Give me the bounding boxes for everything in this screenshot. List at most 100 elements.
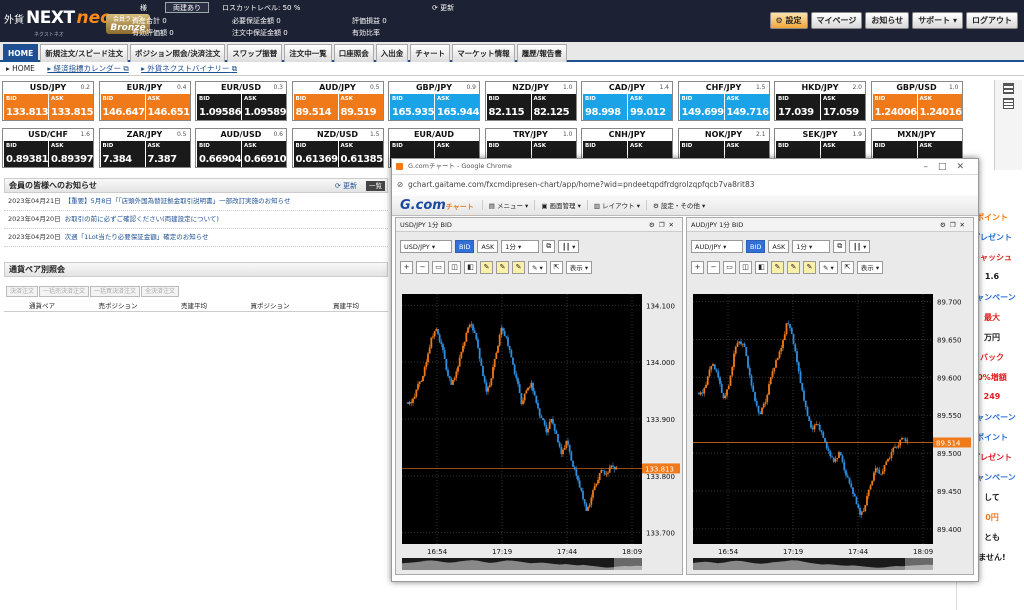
draw-tool-3-icon[interactable]: ✎ bbox=[512, 260, 525, 274]
grid-view-icon[interactable] bbox=[1003, 83, 1014, 94]
window-controls[interactable]: –□✕ bbox=[923, 160, 974, 175]
rate-tile[interactable]: AUD/JPY 0.5 BID 89.514 ASK 89.519 bbox=[291, 81, 384, 121]
ask-button[interactable]: ASK 0.66910 bbox=[242, 141, 287, 167]
bid-button[interactable]: BID 0.89381 bbox=[4, 141, 49, 167]
breadcrumb-home[interactable]: ▸ HOME bbox=[6, 64, 35, 73]
bid-button[interactable]: BID 146.647 bbox=[100, 94, 145, 120]
bid-button[interactable]: BID 0.66904 bbox=[197, 141, 242, 167]
nav-tab[interactable]: 履歴/報告書 bbox=[516, 44, 567, 62]
rate-tile[interactable]: GBP/JPY 0.9 BID 165.935 ASK 165.944 bbox=[388, 81, 480, 121]
notice-link[interactable]: 次週「1Lot当たり必要保証金額」確定のお知らせ bbox=[65, 233, 209, 241]
display-select[interactable]: 表示 ▾ bbox=[565, 260, 593, 274]
fit-icon[interactable]: ▭ bbox=[432, 260, 445, 274]
ask-button[interactable]: ASK 1.24016 bbox=[917, 94, 962, 120]
display-select[interactable]: 表示 ▾ bbox=[856, 260, 884, 274]
logout-button[interactable]: ログアウト bbox=[966, 12, 1018, 29]
notice-item[interactable]: 2023年04月20日 次週「1Lot当たり必要保証金額」確定のお知らせ bbox=[4, 229, 388, 247]
notice-list-button[interactable]: 一覧 bbox=[366, 181, 385, 191]
support-button[interactable]: サポート ▾ bbox=[912, 12, 963, 29]
ask-button[interactable]: ASK 7.387 bbox=[145, 141, 190, 167]
rate-tile[interactable]: USD/CHF 1.6 BID 0.89381 ASK 0.89397 bbox=[2, 128, 94, 168]
notice-link[interactable]: お取引の前に必ずご確認ください(両建設定について) bbox=[65, 215, 219, 223]
chart-canvas[interactable]: 89.400 89.450 89.500 89.550 89.600 89.650 89.7… bbox=[691, 290, 971, 572]
rate-tile[interactable]: AUD/USD 0.6 BID 0.66904 ASK 0.66910 bbox=[195, 128, 287, 168]
rate-tile[interactable]: ZAR/JPY 0.5 BID 7.384 ASK 7.387 bbox=[98, 128, 191, 168]
candle-type-select[interactable]: ┃┃ ▾ bbox=[849, 239, 871, 253]
pair-select[interactable]: USD/JPY ▾ bbox=[400, 239, 452, 253]
notice-item[interactable]: 2023年04月21日 【重要】5月8日「「店頭外国為替証拠金取引説明書」一部改訂… bbox=[4, 193, 388, 211]
nav-tab[interactable]: チャート bbox=[410, 44, 451, 62]
zoom-in-icon[interactable]: + bbox=[400, 260, 413, 274]
candle-type-select[interactable]: ┃┃ ▾ bbox=[558, 239, 580, 253]
ask-button[interactable]: ASK 149.716 bbox=[724, 94, 769, 120]
bid-button[interactable]: BID 1.09586 bbox=[197, 94, 242, 120]
link-binary[interactable]: ▸ 外貨ネクストバイナリー ⧉ bbox=[141, 64, 237, 73]
rate-tile[interactable]: CHF/JPY 1.5 BID 149.699 ASK 149.716 bbox=[677, 81, 770, 121]
bid-toggle[interactable]: BID bbox=[455, 239, 475, 253]
bid-button[interactable]: BID 7.384 bbox=[100, 141, 145, 167]
link-economic-calendar[interactable]: ▸ 経済指標カレンダー ⧉ bbox=[47, 64, 128, 73]
pair-select[interactable]: AUD/JPY ▾ bbox=[691, 239, 743, 253]
ask-button[interactable]: ASK 0.89397 bbox=[49, 141, 94, 167]
draw-tool-2-icon[interactable]: ✎ bbox=[787, 260, 800, 274]
bid-button[interactable]: BID 165.935 bbox=[390, 94, 435, 120]
draw-tool-2-icon[interactable]: ✎ bbox=[496, 260, 509, 274]
pen-select[interactable]: ✎ ▾ bbox=[528, 260, 547, 274]
ask-button[interactable]: ASK 133.815 bbox=[49, 94, 94, 120]
bid-button[interactable]: BID 82.115 bbox=[486, 94, 531, 120]
pane-window-icons[interactable]: ⚙❐✕ bbox=[940, 218, 969, 232]
rate-tile[interactable]: USD/JPY 0.2 BID 133.813 ASK 133.815 bbox=[2, 81, 94, 121]
rate-tile[interactable]: HKD/JPY 2.0 BID 17.039 ASK 17.059 bbox=[774, 81, 866, 121]
nav-tab[interactable]: マーケット情報 bbox=[452, 44, 515, 62]
rate-tile[interactable]: NZD/USD 1.5 BID 0.61369 ASK 0.61385 bbox=[291, 128, 384, 168]
ask-button[interactable]: ASK 89.519 bbox=[338, 94, 383, 120]
interval-select[interactable]: 1分 ▾ bbox=[792, 239, 831, 253]
notices-button[interactable]: お知らせ bbox=[865, 12, 910, 29]
bid-button[interactable]: BID 0.61369 bbox=[293, 141, 338, 167]
split-icon[interactable]: ◫ bbox=[739, 260, 752, 274]
list-view-icon[interactable] bbox=[1003, 98, 1014, 109]
ask-button[interactable]: ASK 17.059 bbox=[821, 94, 865, 120]
bid-toggle[interactable]: BID bbox=[746, 239, 766, 253]
ask-button[interactable]: ASK 99.012 bbox=[628, 94, 672, 120]
split-right-icon[interactable]: ◧ bbox=[755, 260, 768, 274]
export-icon[interactable]: ⇱ bbox=[840, 260, 854, 274]
zoom-out-icon[interactable]: − bbox=[416, 260, 429, 274]
rate-tile[interactable]: CAD/JPY 1.4 BID 98.998 ASK 99.012 bbox=[581, 81, 673, 121]
rate-tile[interactable]: GBP/USD 1.0 BID 1.24006 ASK 1.24016 bbox=[870, 81, 963, 121]
pen-select[interactable]: ✎ ▾ bbox=[819, 260, 838, 274]
ask-button[interactable]: ASK 165.944 bbox=[435, 94, 480, 120]
mypage-button[interactable]: マイページ bbox=[810, 12, 863, 29]
candlestick-chart-usdjpy[interactable]: 133.700 133.800 133.900 134.000 134.100 16:54… bbox=[400, 290, 680, 572]
nav-tab[interactable]: ポジション照会/決済注文 bbox=[130, 44, 226, 62]
bid-button[interactable]: BID 149.699 bbox=[679, 94, 724, 120]
bid-button[interactable]: BID 133.813 bbox=[4, 94, 49, 120]
export-icon[interactable]: ⇱ bbox=[549, 260, 563, 274]
rate-tile[interactable]: EUR/JPY 0.4 BID 146.647 ASK 146.651 bbox=[98, 81, 191, 121]
ask-toggle[interactable]: ASK bbox=[477, 239, 499, 253]
header-refresh-button[interactable]: ⟳ 更新 bbox=[432, 3, 454, 13]
nav-tab[interactable]: 注文中一覧 bbox=[284, 44, 332, 62]
screen-manage-button[interactable]: ▣ 画面管理 ▾ bbox=[534, 200, 587, 210]
settings-other-button[interactable]: ⚙ 設定・その他 ▾ bbox=[645, 200, 711, 210]
rate-tile[interactable]: NZD/JPY 1.0 BID 82.115 ASK 82.125 bbox=[484, 81, 577, 121]
bid-button[interactable]: BID 98.998 bbox=[583, 94, 627, 120]
interval-select[interactable]: 1分 ▾ bbox=[501, 239, 540, 253]
position-action-button[interactable]: 一括買決済注文 bbox=[90, 286, 141, 297]
zoom-in-icon[interactable]: + bbox=[691, 260, 704, 274]
nav-tab[interactable]: HOME bbox=[3, 44, 39, 62]
layout-button[interactable]: ▥ レイアウト ▾ bbox=[586, 200, 646, 210]
fit-icon[interactable]: ▭ bbox=[723, 260, 736, 274]
rate-tile[interactable]: EUR/USD 0.3 BID 1.09586 ASK 1.09589 bbox=[195, 81, 287, 121]
notice-link[interactable]: 【重要】5月8日「「店頭外国為替証拠金取引説明書」一部改訂実施のお知らせ bbox=[65, 197, 291, 205]
settings-button[interactable]: ⚙ 設定 bbox=[769, 12, 808, 29]
notice-refresh-button[interactable]: ⟳ 更新 bbox=[335, 179, 357, 193]
zoom-out-icon[interactable]: − bbox=[707, 260, 720, 274]
bid-button[interactable]: BID 17.039 bbox=[776, 94, 820, 120]
popup-url-bar[interactable]: ⊘ gchart.gaitame.com/fxcmdipresen-chart/… bbox=[392, 174, 978, 194]
ask-button[interactable]: ASK 146.651 bbox=[145, 94, 190, 120]
nav-tab[interactable]: スワップ振替 bbox=[227, 44, 283, 62]
position-action-button[interactable]: 決済注文 bbox=[6, 286, 39, 297]
logo[interactable]: 外貨 NEXT neo ネクストネオ bbox=[4, 8, 112, 38]
position-action-button[interactable]: 一括売決済注文 bbox=[39, 286, 90, 297]
